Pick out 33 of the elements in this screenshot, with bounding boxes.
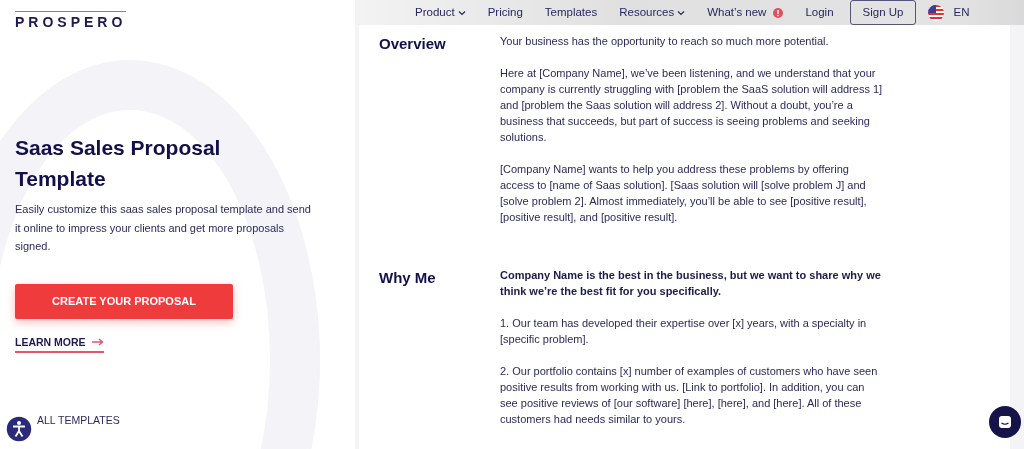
paragraph: Company Name is the best in the business, but we want to share why we think we’re the best fit for you specifically. [500, 268, 882, 300]
paragraph: 2. Our portfolio contains [x] number of examples of customers who have seen positive results from working with us. [Link to portfolio]. In addition, you can see positive reviews of [our software] [here], [here], and [here]. All of these customers had needs similar to yours. [500, 364, 879, 428]
nav-link[interactable]: Pricing [487, 4, 523, 22]
paragraph: Your business has the opportunity to reach so much more potential. [500, 34, 830, 50]
accessibility-button[interactable] [5, 415, 33, 443]
section-heading: Overview [379, 34, 447, 55]
paragraph: 1. Our team has developed their expertise over [x] years, with a specialty in [specific problem]. [500, 316, 868, 348]
nav-link[interactable]: Resources [619, 4, 686, 22]
chevron-down-icon [457, 9, 466, 16]
learn-more-link[interactable]: LEARN MORE [15, 334, 104, 354]
nav-label: What’s new [707, 5, 767, 20]
section-heading: Why Me [379, 268, 437, 289]
page-title: Saas Sales Proposal Template [15, 135, 222, 192]
create-proposal-button[interactable]: CREATE YOUR PROPOSAL [15, 283, 233, 319]
nav-link[interactable]: Login [805, 4, 834, 22]
description: Easily customize this saas sales proposal template and send it online to impress your clients and get more proposals signed. [15, 202, 312, 254]
person-icon [5, 415, 33, 443]
logo[interactable]: PROSPERO [15, 11, 127, 31]
language-label: EN [953, 5, 970, 20]
chevron-down-icon [677, 9, 686, 16]
nav-link[interactable]: Product [415, 4, 466, 22]
language-selector[interactable]: EN [928, 4, 970, 22]
paragraph: Here at [Company Name], we’ve been listening, and we understand that your company is currently struggling with [problem the SaaS solution will address 1] and [problem the Saas solution will address 2]. Without a doubt, you’re a business that succeeds, but part of success is seeing problems and seeking solutions. [500, 66, 884, 146]
alert-badge-icon [773, 7, 784, 18]
nav-label: Resources [619, 5, 675, 20]
nav-link[interactable]: Templates [544, 4, 598, 22]
nav-label: Product [415, 5, 455, 20]
flag-icon [928, 4, 945, 21]
arrow-right-icon [91, 338, 104, 347]
paragraph: [Company Name] wants to help you address these problems by offering access to [name of Saas solution]. [Saas solution will [solve problem J] and [solve problem 2]. Almost immediately, you’ll be able to see [positive result], [positive result], and [positive result]. [500, 162, 868, 226]
all-templates-link[interactable]: ALL TEMPLATES [37, 413, 120, 429]
nav-link[interactable]: What’s new [707, 4, 784, 22]
chat-button[interactable] [989, 406, 1021, 438]
